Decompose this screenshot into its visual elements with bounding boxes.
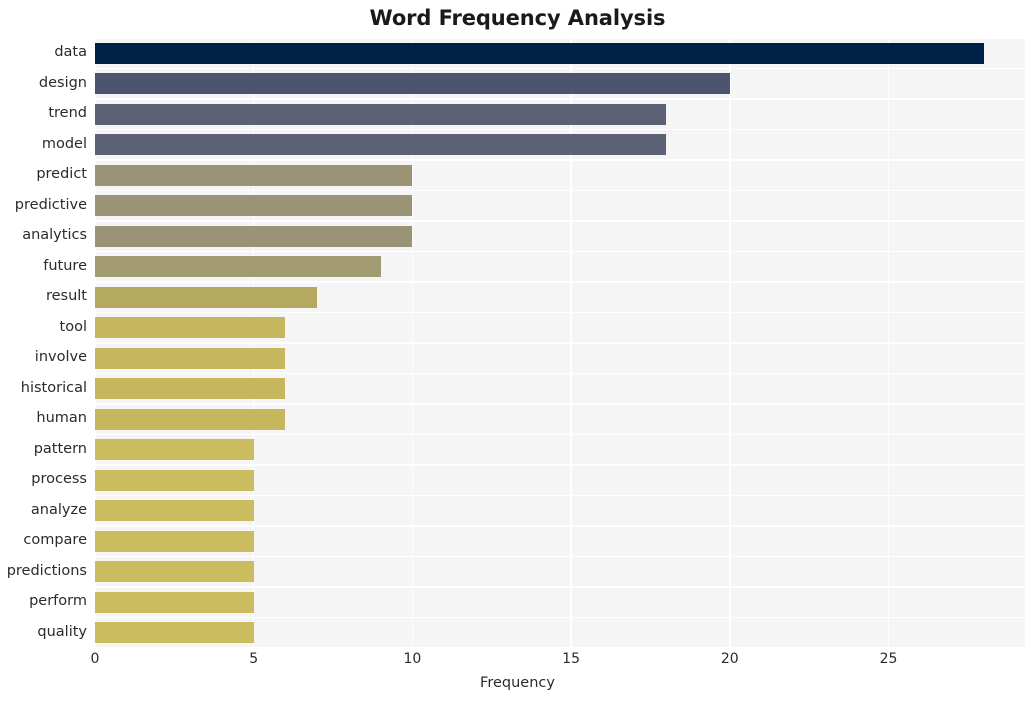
y-axis-tick-label: quality bbox=[37, 623, 87, 640]
bar bbox=[95, 195, 413, 217]
bar bbox=[95, 225, 413, 247]
bar bbox=[95, 408, 286, 430]
gridline-horizontal bbox=[95, 403, 1025, 405]
x-axis-tick-label: 15 bbox=[562, 651, 581, 667]
y-axis-tick-label: analyze bbox=[30, 501, 87, 518]
chart-title: Word Frequency Analysis bbox=[369, 6, 666, 30]
gridline-horizontal bbox=[95, 67, 1025, 70]
y-axis-tick-label: future bbox=[43, 257, 87, 274]
bar bbox=[95, 286, 318, 308]
bar bbox=[95, 530, 254, 552]
gridline-horizontal bbox=[95, 342, 1025, 344]
gridline-horizontal bbox=[95, 159, 1025, 161]
x-axis-label: Frequency bbox=[480, 675, 555, 691]
gridline-horizontal bbox=[95, 494, 1025, 497]
bar bbox=[95, 500, 254, 522]
gridline-horizontal bbox=[95, 281, 1025, 283]
x-axis-tick-label: 10 bbox=[403, 651, 422, 667]
y-axis-tick-label: process bbox=[31, 471, 87, 488]
gridline-horizontal bbox=[95, 525, 1025, 527]
bar bbox=[95, 561, 254, 583]
bar bbox=[95, 469, 254, 491]
gridline-horizontal bbox=[95, 433, 1025, 436]
y-axis-tick-label: model bbox=[41, 135, 87, 152]
y-axis-tick-label: trend bbox=[48, 105, 87, 122]
y-axis-tick-label: predictive bbox=[14, 196, 87, 213]
bar bbox=[95, 317, 286, 339]
gridline-horizontal bbox=[95, 38, 1025, 39]
y-axis-tick-label: involve bbox=[34, 349, 87, 366]
bar bbox=[95, 622, 254, 644]
y-axis-tick-label: perform bbox=[29, 593, 87, 610]
chart-figure: Word Frequency Analysis data design trend m… bbox=[0, 0, 1035, 701]
bar bbox=[95, 439, 254, 461]
gridline-horizontal bbox=[95, 250, 1025, 253]
y-axis-tick-label: compare bbox=[23, 532, 87, 549]
gridline-horizontal bbox=[95, 220, 1025, 222]
bar bbox=[95, 164, 413, 186]
y-axis-tick-label: human bbox=[36, 410, 87, 427]
gridline-horizontal bbox=[95, 464, 1025, 466]
y-axis-tick-label: result bbox=[45, 288, 87, 305]
y-axis-tick-label: pattern bbox=[33, 440, 87, 457]
gridline-horizontal bbox=[95, 555, 1025, 558]
gridline-horizontal bbox=[95, 647, 1025, 648]
y-axis-tick-label: analytics bbox=[22, 227, 87, 244]
gridline-horizontal bbox=[95, 311, 1025, 314]
bar bbox=[95, 134, 667, 156]
bar bbox=[95, 256, 381, 278]
gridline-horizontal bbox=[95, 128, 1025, 131]
y-axis-tick-label: design bbox=[38, 74, 87, 91]
gridline-horizontal bbox=[95, 586, 1025, 588]
gridline-horizontal bbox=[95, 189, 1025, 192]
y-axis-tick-label: historical bbox=[20, 379, 87, 396]
x-axis-tick-label: 0 bbox=[90, 651, 100, 667]
bar bbox=[95, 103, 667, 125]
gridline-horizontal bbox=[95, 98, 1025, 100]
bar bbox=[95, 347, 286, 369]
y-axis-tick-label: tool bbox=[59, 318, 87, 335]
bar bbox=[95, 73, 730, 95]
y-axis-tick-label: predict bbox=[36, 166, 87, 183]
bar bbox=[95, 591, 254, 613]
x-axis-tick-label: 5 bbox=[249, 651, 259, 667]
bar bbox=[95, 378, 286, 400]
gridline-horizontal bbox=[95, 616, 1025, 619]
y-axis-tick-label: data bbox=[54, 44, 87, 61]
gridline-horizontal bbox=[95, 372, 1025, 375]
y-axis-tick-label: predictions bbox=[6, 562, 87, 579]
x-axis-tick-label: 20 bbox=[720, 651, 739, 667]
bar bbox=[95, 42, 984, 64]
plot-area bbox=[95, 38, 1025, 648]
x-axis-tick-label: 25 bbox=[879, 651, 898, 667]
